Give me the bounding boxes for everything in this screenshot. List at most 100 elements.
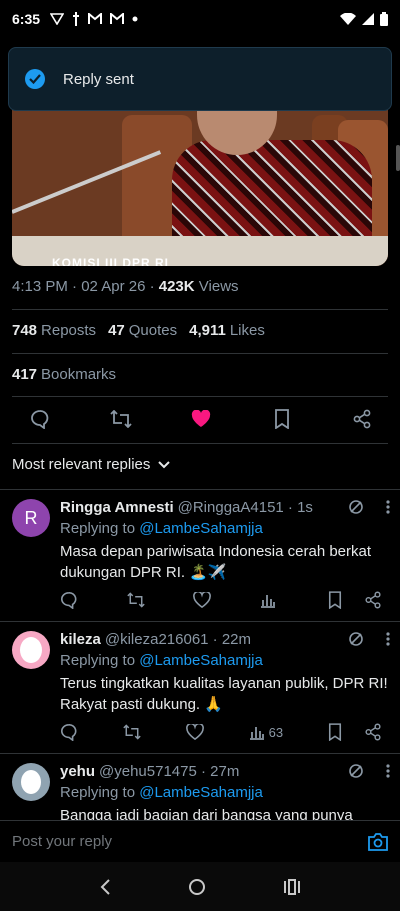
replying-to-link[interactable]: @LambeSahamjja: [139, 520, 263, 537]
reply-header: Ringga Amnesti @RinggaA4151 · 1s: [60, 497, 390, 517]
divider: [12, 443, 388, 444]
vpn-icon: [50, 13, 65, 25]
tweet-media-image[interactable]: KOMISI III DPR RI: [12, 110, 388, 266]
home-icon[interactable]: [188, 878, 206, 896]
tweet-meta: 4:13 PM · 02 Apr 26 · 423K Views: [12, 278, 239, 295]
reply-content: kileza @kileza216061 · 22m Replying to @…: [60, 629, 390, 741]
reply-composer[interactable]: Post your reply: [0, 820, 400, 862]
likes-stat[interactable]: 4,911 Likes: [189, 322, 265, 339]
more-options-icon[interactable]: [386, 632, 390, 646]
reply-author-handle: @yehu571475 · 27m: [99, 762, 240, 780]
reply-text: Bangga jadi bagian dari bangsa yang puny…: [60, 807, 353, 821]
replying-to-link[interactable]: @LambeSahamjja: [139, 652, 263, 669]
reply-author-handle: @RinggaA4151 · 1s: [177, 498, 313, 516]
divider: [12, 396, 388, 397]
divider: [0, 489, 400, 490]
reply-text: Masa depan pariwisata Indonesia cerah be…: [60, 543, 372, 581]
battery-icon: [380, 12, 388, 26]
reply-author-name[interactable]: yehu: [60, 763, 95, 780]
replying-to-link[interactable]: @LambeSahamjja: [139, 784, 263, 801]
reply-icon[interactable]: [26, 405, 54, 433]
divider: [12, 309, 388, 310]
replying-to: Replying to @LambeSahamjja: [60, 784, 263, 801]
reply-input[interactable]: Post your reply: [12, 833, 112, 850]
notification-icons: [50, 12, 138, 26]
image-caption: KOMISI III DPR RI: [52, 256, 170, 266]
check-circle-icon: [25, 69, 45, 89]
recents-icon[interactable]: [283, 878, 301, 895]
gmail-icon: [110, 13, 125, 24]
reply-item[interactable]: kileza @kileza216061 · 22m Replying to @…: [0, 629, 400, 753]
quotes-stat[interactable]: 47 Quotes: [108, 322, 177, 339]
replies-sort-dropdown[interactable]: Most relevant replies: [12, 456, 171, 473]
views-icon[interactable]: [260, 592, 280, 608]
divider: [12, 353, 388, 354]
signal-icon: [362, 13, 374, 25]
reply-content: yehu @yehu571475 · 27m Replying to @Lamb…: [60, 761, 390, 821]
views-count: 423K: [158, 278, 195, 295]
divider: [0, 621, 400, 622]
share-icon[interactable]: [364, 591, 382, 609]
reply-actions: [60, 591, 382, 609]
tweet-actions: [26, 405, 376, 433]
reposts-stat[interactable]: 748 Reposts: [12, 322, 96, 339]
tweet-timestamp: 4:13 PM · 02 Apr 26 ·: [12, 278, 155, 295]
repost-icon[interactable]: [123, 724, 141, 740]
sort-label: Most relevant replies: [12, 456, 151, 473]
share-icon[interactable]: [348, 405, 376, 433]
views-icon[interactable]: 63: [249, 724, 283, 740]
divider: [0, 753, 400, 754]
wifi-icon: [340, 13, 356, 25]
status-bar: 6:35: [0, 0, 400, 38]
views-count: 63: [268, 724, 284, 740]
chevron-down-icon: [158, 460, 171, 468]
egg-avatar-icon: [20, 637, 42, 663]
gmail-icon: [88, 13, 103, 24]
bookmark-icon[interactable]: [328, 591, 342, 609]
bookmark-icon[interactable]: [328, 723, 342, 741]
reply-actions: 63: [60, 723, 382, 741]
scrollbar[interactable]: [396, 145, 400, 171]
reply-item[interactable]: R Ringga Amnesti @RinggaA4151 · 1s Reply…: [0, 497, 400, 621]
toast-text: Reply sent: [63, 70, 134, 88]
avatar[interactable]: [12, 631, 50, 669]
reply-item[interactable]: yehu @yehu571475 · 27m Replying to @Lamb…: [0, 761, 400, 821]
reply-icon[interactable]: [60, 723, 78, 741]
tweet-stats: 748 Reposts 47 Quotes 4,911 Likes: [12, 322, 265, 339]
like-icon[interactable]: [185, 724, 204, 740]
views-label: Views: [198, 278, 239, 295]
grok-icon[interactable]: [348, 631, 364, 647]
more-options-icon[interactable]: [386, 500, 390, 514]
back-icon[interactable]: [99, 878, 111, 895]
grok-icon[interactable]: [348, 499, 364, 515]
camera-icon[interactable]: [368, 832, 388, 851]
reply-header: kileza @kileza216061 · 22m: [60, 629, 390, 649]
share-icon[interactable]: [364, 723, 382, 741]
bookmarks-stat[interactable]: 417 Bookmarks: [12, 366, 116, 383]
system-navigation-bar: [0, 862, 400, 911]
reply-text: Terus tingkatkan kualitas layanan publik…: [60, 675, 388, 713]
replying-to: Replying to @LambeSahamjja: [60, 652, 263, 669]
pin-icon: [73, 12, 80, 26]
avatar[interactable]: R: [12, 499, 50, 537]
more-options-icon[interactable]: [386, 764, 390, 778]
reply-icon[interactable]: [60, 591, 78, 609]
avatar[interactable]: [12, 763, 50, 801]
reply-sent-toast: Reply sent: [8, 47, 392, 111]
like-icon[interactable]: [187, 405, 215, 433]
grok-icon[interactable]: [348, 763, 364, 779]
dot-icon: [132, 16, 138, 22]
system-icons: [340, 12, 388, 26]
replying-to: Replying to @LambeSahamjja: [60, 520, 263, 537]
reply-author-handle: @kileza216061 · 22m: [104, 630, 252, 648]
like-icon[interactable]: [193, 592, 211, 608]
reply-author-name[interactable]: kileza: [60, 631, 101, 648]
reply-content: Ringga Amnesti @RinggaA4151 · 1s Replyin…: [60, 497, 390, 609]
reply-header: yehu @yehu571475 · 27m: [60, 761, 390, 781]
reply-author-name[interactable]: Ringga Amnesti: [60, 499, 174, 516]
bookmark-icon[interactable]: [268, 405, 296, 433]
status-time: 6:35: [12, 11, 41, 27]
egg-avatar-icon: [21, 770, 41, 794]
repost-icon[interactable]: [107, 405, 135, 433]
repost-icon[interactable]: [126, 592, 145, 608]
